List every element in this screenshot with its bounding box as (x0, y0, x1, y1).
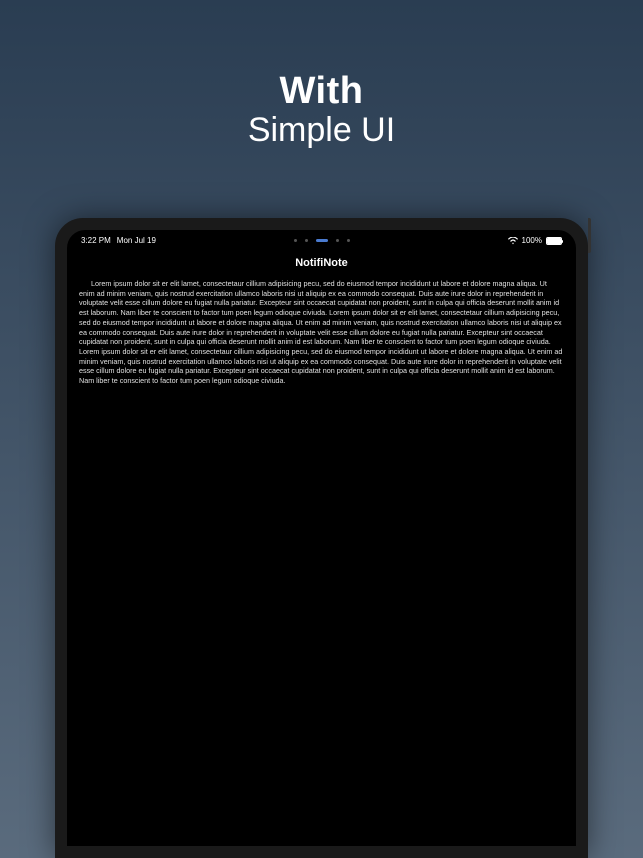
status-bar: 3:22 PM Mon Jul 19 100% (67, 230, 576, 249)
promo-title: With (0, 70, 643, 113)
battery-fill (547, 238, 561, 244)
wifi-icon (508, 237, 518, 245)
note-body-text: Lorem ipsum dolor sit er elit lamet, con… (79, 279, 564, 386)
status-time: 3:22 PM (81, 236, 111, 245)
promo-text-block: With Simple UI (0, 0, 643, 150)
device-frame: 3:22 PM Mon Jul 19 100% NotifiNo (55, 218, 588, 858)
note-content-area[interactable]: Lorem ipsum dolor sit er elit lamet, con… (67, 279, 576, 386)
multitask-dot (336, 239, 339, 242)
status-right: 100% (508, 236, 562, 245)
app-title: NotifiNote (67, 249, 576, 279)
multitask-dot (347, 239, 350, 242)
multitask-indicator[interactable] (294, 239, 350, 242)
status-date: Mon Jul 19 (117, 236, 156, 245)
multitask-dot (294, 239, 297, 242)
multitask-dot (305, 239, 308, 242)
device-side-button (588, 218, 591, 253)
battery-percentage: 100% (522, 236, 542, 245)
multitask-dot-active (316, 239, 328, 242)
device-screen: 3:22 PM Mon Jul 19 100% NotifiNo (67, 230, 576, 846)
battery-icon (546, 237, 562, 245)
status-left: 3:22 PM Mon Jul 19 (81, 236, 156, 245)
promo-subtitle: Simple UI (0, 111, 643, 150)
